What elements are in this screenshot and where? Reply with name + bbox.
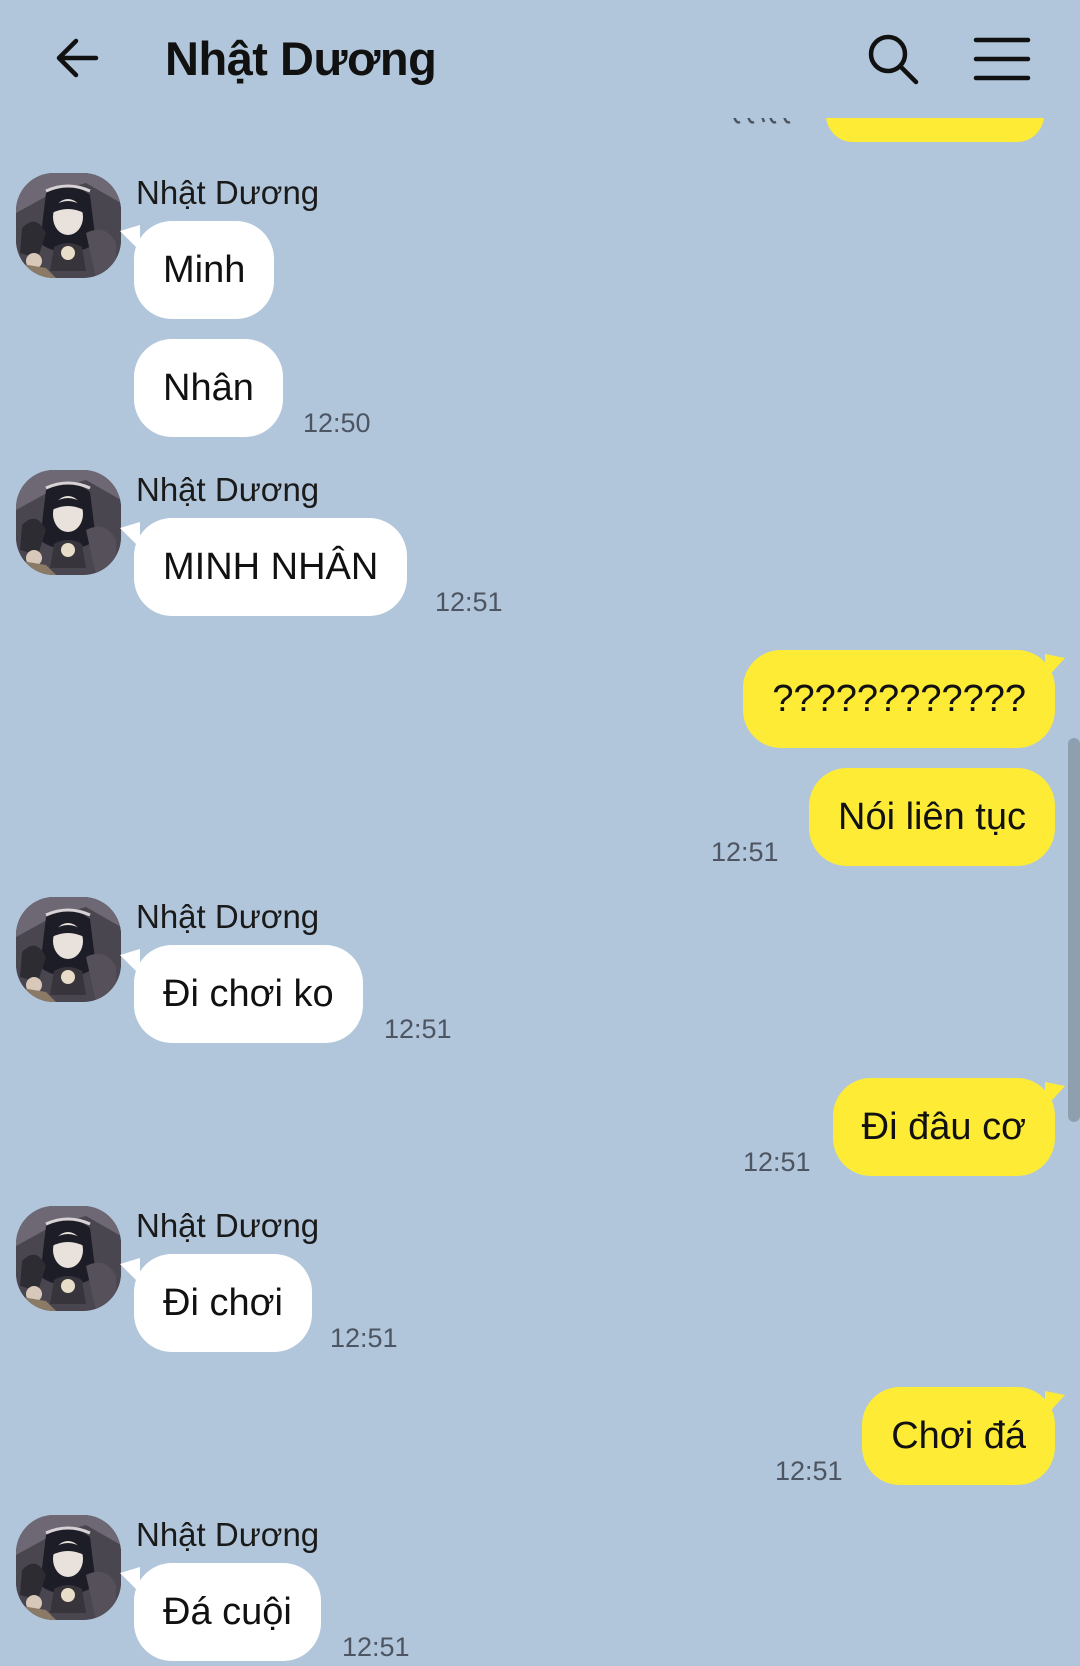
- message-text: MINH NHÂN: [163, 546, 379, 588]
- incoming-message-bubble[interactable]: Đi chơi ko: [120, 945, 363, 1043]
- back-button[interactable]: [50, 28, 110, 88]
- message-text: Nói liên tục: [838, 796, 1026, 838]
- partial-timestamp: [730, 116, 800, 138]
- message-timestamp: 12:51: [775, 1456, 843, 1486]
- message-text: Chơi đá: [891, 1415, 1026, 1457]
- avatar[interactable]: [16, 1515, 121, 1620]
- incoming-message-bubble[interactable]: Nhân: [134, 339, 283, 437]
- message-text: ????????????: [772, 678, 1026, 720]
- sender-name: Nhật Dương: [136, 1516, 320, 1553]
- profile-picture: [16, 173, 121, 278]
- hamburger-menu-icon: [973, 37, 1031, 81]
- message-timestamp: 12:51: [743, 1147, 811, 1177]
- message-timestamp: 12:51: [384, 1014, 452, 1044]
- message-timestamp: 12:51: [330, 1323, 398, 1353]
- message-text: Đi đâu cơ: [861, 1106, 1026, 1148]
- bubble-tail: [120, 1258, 140, 1284]
- search-button[interactable]: [862, 28, 924, 90]
- message-text: Đi chơi ko: [163, 973, 334, 1015]
- incoming-message-bubble[interactable]: Đá cuội: [120, 1563, 321, 1661]
- message-timestamp: 12:50: [303, 408, 371, 438]
- search-icon: [868, 34, 919, 85]
- incoming-message-bubble[interactable]: MINH NHÂN: [120, 518, 408, 616]
- message-text: Nhân: [163, 367, 254, 409]
- arrow-left-icon: [56, 38, 99, 78]
- scrollbar[interactable]: [1068, 738, 1080, 1122]
- profile-picture: [16, 1206, 121, 1311]
- sender-name: Nhật Dương: [136, 898, 320, 935]
- sender-name: Nhật Dương: [136, 471, 320, 508]
- bubble-tail: [120, 225, 140, 251]
- avatar[interactable]: [16, 470, 121, 575]
- bubble-tail: [1045, 1082, 1065, 1108]
- profile-picture: [16, 897, 121, 1002]
- outgoing-message-bubble[interactable]: Chơi đá: [862, 1387, 1065, 1485]
- menu-button[interactable]: [972, 30, 1034, 88]
- avatar[interactable]: [16, 897, 121, 1002]
- sender-name: Nhật Dương: [136, 174, 320, 211]
- bubble-tail: [120, 1567, 140, 1593]
- message-timestamp: 12:51: [435, 587, 503, 617]
- message-text: Đi chơi: [163, 1282, 283, 1324]
- outgoing-message-bubble[interactable]: Đi đâu cơ: [832, 1078, 1065, 1176]
- incoming-message-bubble[interactable]: Đi chơi: [120, 1254, 312, 1352]
- message-text: Minh: [163, 249, 246, 291]
- message-text: Đá cuội: [163, 1591, 292, 1633]
- profile-picture: [16, 1515, 121, 1620]
- chat-header: Nhật Dương: [0, 0, 1080, 118]
- chat-title: Nhật Dương: [165, 32, 437, 85]
- outgoing-message-bubble[interactable]: Nói liên tục: [809, 768, 1055, 866]
- bubble-tail: [120, 949, 140, 975]
- bubble-tail: [120, 522, 140, 548]
- outgoing-message-bubble[interactable]: ????????????: [743, 650, 1065, 748]
- message-timestamp: 12:51: [711, 837, 779, 867]
- sender-name: Nhật Dương: [136, 1207, 320, 1244]
- avatar[interactable]: [16, 1206, 121, 1311]
- message-timestamp: 12:51: [342, 1632, 410, 1662]
- avatar[interactable]: [16, 173, 121, 278]
- profile-picture: [16, 470, 121, 575]
- bubble-tail: [1045, 1391, 1065, 1417]
- bubble-tail: [1045, 654, 1065, 680]
- incoming-message-bubble[interactable]: Minh: [120, 221, 275, 319]
